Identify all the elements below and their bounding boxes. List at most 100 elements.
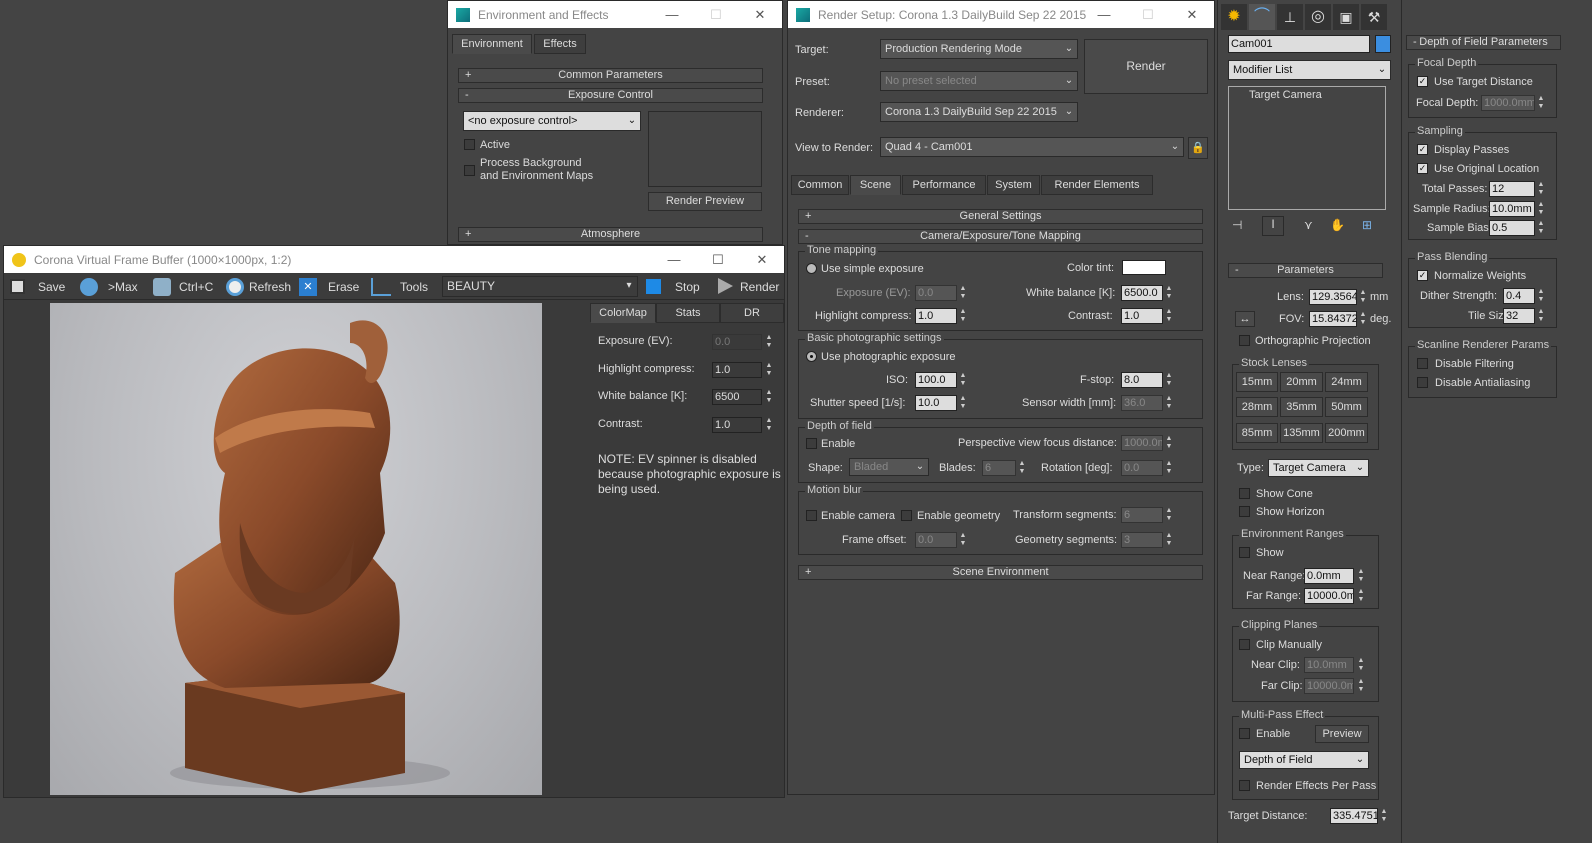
spinner-arrows-icon[interactable]: ▲ ▼ (1537, 220, 1545, 236)
iso-spinner[interactable]: 100.0 (915, 372, 957, 388)
clip-manually-checkbox[interactable] (1239, 639, 1250, 650)
spinner-arrows-icon[interactable]: ▲ ▼ (959, 372, 967, 388)
vfb-highlight-spinner[interactable]: 1.0 (712, 362, 762, 378)
minimize-icon[interactable]: — (652, 246, 696, 273)
rollout-atmosphere[interactable]: + Atmosphere (458, 227, 763, 242)
spinner-arrows-icon[interactable]: ▲ ▼ (1165, 435, 1173, 451)
show-ranges-checkbox[interactable] (1239, 547, 1250, 558)
show-cone-checkbox[interactable] (1239, 488, 1250, 499)
display-tab-icon[interactable]: ▣ (1333, 4, 1359, 30)
color-tint-swatch[interactable] (1122, 260, 1166, 275)
spinner-arrows-icon[interactable]: ▲ ▼ (1537, 201, 1545, 217)
use-original-location-checkbox[interactable]: ✓ (1417, 163, 1428, 174)
spinner-arrows-icon[interactable]: ▲ ▼ (1165, 285, 1173, 301)
spinner-arrows-icon[interactable]: ▲ ▼ (1357, 588, 1365, 604)
spinner-arrows-icon[interactable]: ▲ ▼ (1165, 308, 1173, 324)
show-end-result-icon[interactable]: I (1262, 216, 1284, 236)
sample-bias-spinner[interactable]: 0.5 (1489, 220, 1535, 236)
simple-exposure-radio[interactable] (806, 263, 817, 274)
save-button[interactable]: Save (38, 280, 65, 294)
close-icon[interactable]: ✕ (738, 1, 782, 28)
near-clip-spinner[interactable]: 10.0mm (1304, 657, 1354, 673)
process-bg-checkbox[interactable] (464, 165, 475, 176)
rollout-dof-parameters[interactable]: - Depth of Field Parameters (1406, 35, 1561, 50)
tools-button[interactable]: Tools (400, 280, 428, 294)
tab-system[interactable]: System (987, 175, 1040, 195)
render-button[interactable]: Render (1084, 39, 1208, 94)
render-effects-per-pass-checkbox[interactable] (1239, 780, 1250, 791)
lens-35mm-button[interactable]: 35mm (1280, 397, 1323, 417)
spinner-arrows-icon[interactable]: ▲ ▼ (1357, 657, 1365, 673)
white-balance-spinner[interactable]: 6500.0 (1121, 285, 1163, 301)
lens-20mm-button[interactable]: 20mm (1280, 372, 1323, 392)
target-dropdown[interactable]: Production Rendering Mode ⌄ (880, 39, 1078, 59)
maximize-icon[interactable]: ☐ (694, 1, 738, 28)
spinner-arrows-icon[interactable]: ▲ ▼ (959, 395, 967, 411)
lens-spinner[interactable]: 129.3564 (1309, 289, 1357, 305)
transform-segments-spinner[interactable]: 6 (1121, 507, 1163, 523)
frame-offset-spinner[interactable]: 0.0 (915, 532, 957, 548)
exposure-control-dropdown[interactable]: <no exposure control> ⌄ (463, 111, 641, 131)
spinner-arrows-icon[interactable]: ▲ ▼ (1537, 95, 1545, 111)
lens-24mm-button[interactable]: 24mm (1325, 372, 1368, 392)
tab-environment[interactable]: Environment (452, 34, 532, 54)
make-unique-icon[interactable]: ⋎ (1304, 218, 1313, 232)
pin-stack-icon[interactable]: ⊣ (1232, 218, 1242, 232)
remove-modifier-icon[interactable]: ✋ (1330, 218, 1345, 232)
spinner-arrows-icon[interactable]: ▲ ▼ (1165, 395, 1173, 411)
preset-dropdown[interactable]: No preset selected ⌄ (880, 71, 1078, 91)
disable-filtering-checkbox[interactable] (1417, 358, 1428, 369)
spinner-arrows-icon[interactable]: ▲ ▼ (959, 532, 967, 548)
to-max-button[interactable]: >Max (108, 280, 138, 294)
rollout-camera-exposure[interactable]: - Camera/Exposure/Tone Mapping (798, 229, 1203, 244)
rollout-general-settings[interactable]: + General Settings (798, 209, 1203, 224)
spinner-arrows-icon[interactable]: ▲ ▼ (1359, 289, 1367, 305)
spinner-arrows-icon[interactable]: ▲ ▼ (1165, 372, 1173, 388)
lens-85mm-button[interactable]: 85mm (1236, 423, 1278, 443)
far-range-spinner[interactable]: 10000.0m (1304, 588, 1354, 604)
tab-scene[interactable]: Scene (850, 175, 901, 195)
far-clip-spinner[interactable]: 10000.0m (1304, 678, 1354, 694)
close-icon[interactable]: ✕ (740, 246, 784, 273)
maximize-icon[interactable]: ☐ (696, 246, 740, 273)
tab-dr[interactable]: DR (720, 303, 784, 323)
normalize-weights-checkbox[interactable]: ✓ (1417, 270, 1428, 281)
blades-spinner[interactable]: 6 (982, 460, 1016, 476)
exposure-ev-spinner[interactable]: 0.0 (915, 285, 957, 301)
spinner-arrows-icon[interactable]: ▲ ▼ (959, 308, 967, 324)
lens-28mm-button[interactable]: 28mm (1236, 397, 1278, 417)
enable-camera-checkbox[interactable] (806, 510, 817, 521)
shutter-speed-spinner[interactable]: 10.0 (915, 395, 957, 411)
vfb-wb-spinner[interactable]: 6500 (712, 389, 762, 405)
active-checkbox[interactable] (464, 139, 475, 150)
contrast-spinner[interactable]: 1.0 (1121, 308, 1163, 324)
refresh-button[interactable]: Refresh (249, 280, 291, 294)
display-passes-checkbox[interactable]: ✓ (1417, 144, 1428, 155)
target-distance-spinner[interactable]: 335.4751 (1330, 808, 1378, 824)
spinner-arrows-icon[interactable]: ▲ ▼ (1537, 308, 1545, 324)
spinner-arrows-icon[interactable]: ▲ ▼ (1357, 568, 1365, 584)
spinner-arrows-icon[interactable]: ▲ ▼ (765, 389, 773, 405)
copy-button[interactable]: Ctrl+C (179, 280, 213, 294)
total-passes-spinner[interactable]: 12 (1489, 181, 1535, 197)
focus-distance-spinner[interactable]: 1000.0m (1121, 435, 1163, 451)
spinner-arrows-icon[interactable]: ▲ ▼ (1018, 460, 1026, 476)
vfb-exposure-spinner[interactable]: 0.0 (712, 334, 762, 350)
tab-render-elements[interactable]: Render Elements (1041, 175, 1153, 195)
near-range-spinner[interactable]: 0.0mm (1304, 568, 1354, 584)
geometry-segments-spinner[interactable]: 3 (1121, 532, 1163, 548)
modifier-list-dropdown[interactable]: Modifier List ⌄ (1228, 60, 1391, 80)
configure-sets-icon[interactable]: ⊞ (1362, 218, 1372, 232)
maximize-icon[interactable]: ☐ (1126, 1, 1170, 28)
object-color-swatch[interactable] (1375, 35, 1391, 53)
sensor-width-spinner[interactable]: 36.0 (1121, 395, 1163, 411)
highlight-compress-spinner[interactable]: 1.0 (915, 308, 957, 324)
spinner-arrows-icon[interactable]: ▲ ▼ (765, 362, 773, 378)
tab-common[interactable]: Common (791, 175, 849, 195)
lens-135mm-button[interactable]: 135mm (1280, 423, 1323, 443)
view-to-render-dropdown[interactable]: Quad 4 - Cam001 ⌄ (880, 137, 1184, 157)
stack-item-target-camera[interactable]: Target Camera (1249, 89, 1322, 101)
spinner-arrows-icon[interactable]: ▲ ▼ (1165, 507, 1173, 523)
spinner-arrows-icon[interactable]: ▲ ▼ (1165, 532, 1173, 548)
env-titlebar[interactable]: Environment and Effects — ☐ ✕ (448, 1, 782, 28)
